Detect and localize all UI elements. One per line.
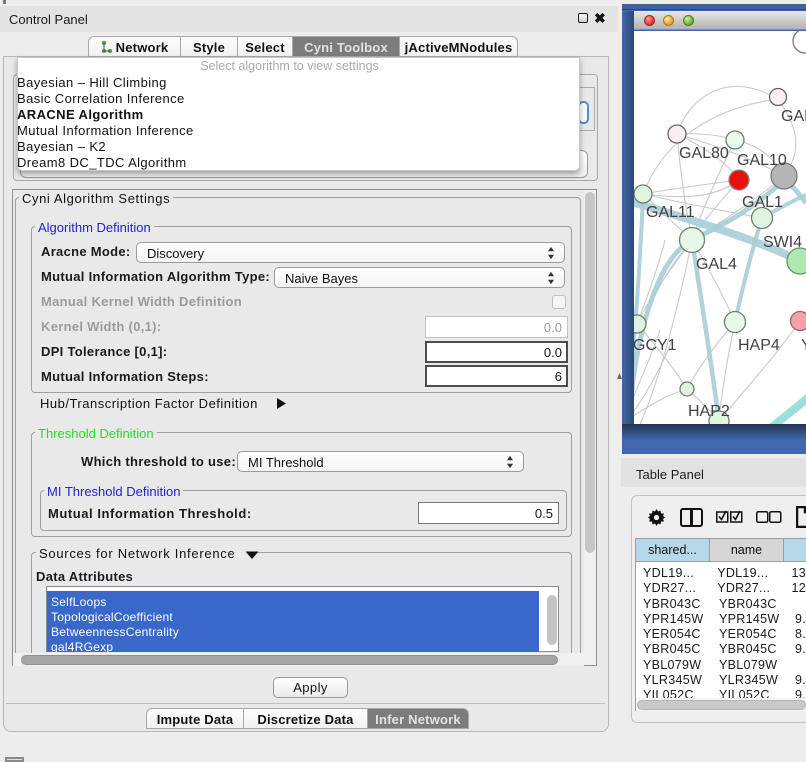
svg-text:GCY1: GCY1 (634, 337, 677, 354)
svg-text:GAL11: GAL11 (646, 204, 695, 221)
svg-text:SWI4: SWI4 (763, 234, 802, 251)
svg-text:GAL: GAL (781, 108, 806, 125)
svg-text:GAL80: GAL80 (679, 145, 729, 162)
svg-text:GAL1: GAL1 (742, 194, 783, 211)
svg-text:HAP4: HAP4 (738, 337, 780, 354)
svg-text:HAP2: HAP2 (688, 403, 730, 420)
svg-text:GAL10: GAL10 (737, 152, 787, 169)
svg-text:Y: Y (801, 337, 806, 354)
svg-text:GAL4: GAL4 (696, 256, 737, 273)
